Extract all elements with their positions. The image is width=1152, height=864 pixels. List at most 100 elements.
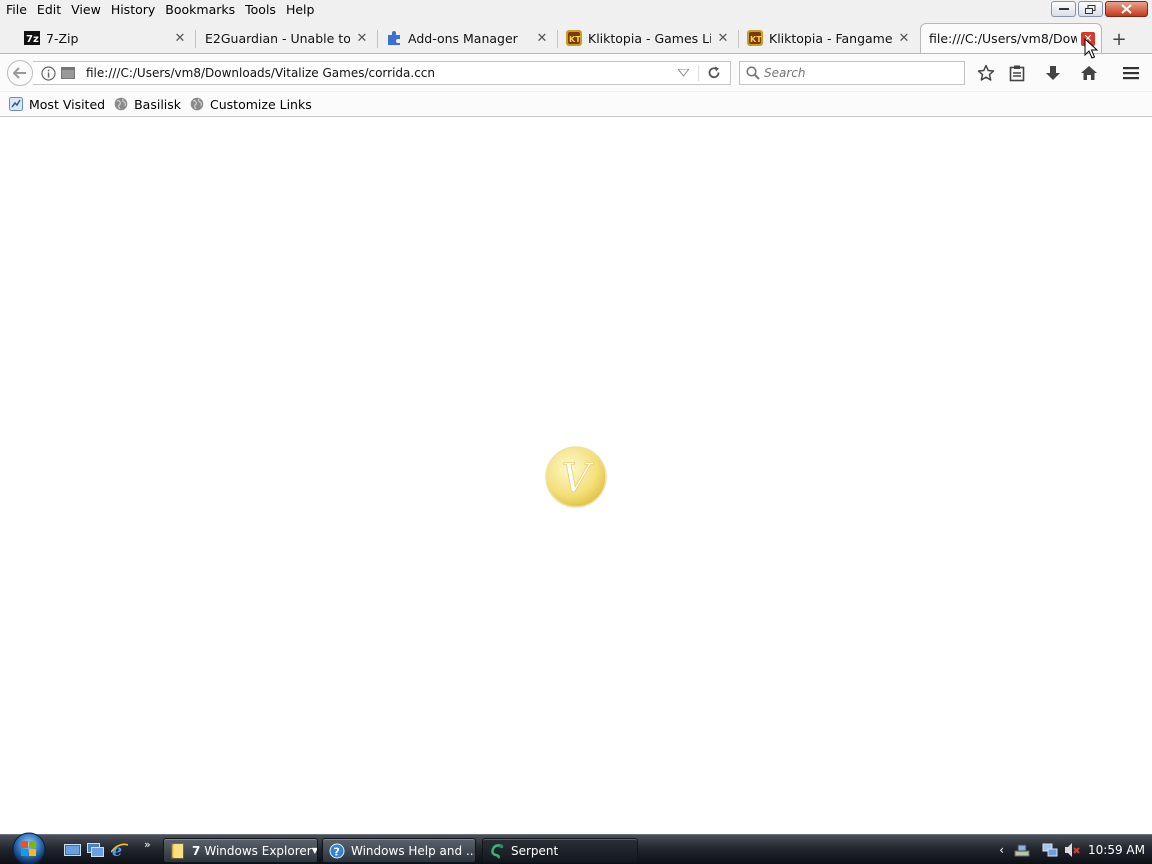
task-label: Windows Help and ...: [351, 843, 476, 858]
network-share-icon[interactable]: [1014, 842, 1030, 858]
logo-letter: V: [562, 456, 595, 502]
menu-bar: File Edit View History Bookmarks Tools H…: [0, 0, 1152, 20]
menu-bookmarks[interactable]: Bookmarks: [160, 0, 240, 20]
puzzle-icon: [386, 30, 402, 46]
url-text[interactable]: file:///C:/Users/vm8/Downloads/Vitalize …: [86, 62, 435, 84]
close-icon: [1121, 4, 1132, 14]
bookmark-basilisk[interactable]: Basilisk: [114, 97, 181, 112]
network-icon[interactable]: [1042, 842, 1058, 858]
tab-e2guardian[interactable]: E2Guardian - Unable to loa ✕: [197, 24, 376, 52]
tab-active-file[interactable]: file:///C:/Users/vm8/Down ✕: [920, 23, 1102, 53]
menu-view[interactable]: View: [66, 0, 106, 20]
most-visited-icon: [9, 97, 23, 111]
dropdown-arrow-icon[interactable]: [678, 69, 689, 77]
close-window-button[interactable]: [1105, 1, 1148, 17]
serpent-icon: [491, 843, 504, 859]
chevron-down-icon[interactable]: ▼: [312, 846, 317, 855]
tab-close-icon[interactable]: ✕: [172, 30, 188, 46]
task-serpent[interactable]: Serpent: [482, 838, 638, 863]
tab-strip: 7z 7-Zip ✕ E2Guardian - Unable to loa ✕ …: [0, 22, 1152, 53]
menu-tools[interactable]: Tools: [240, 0, 281, 20]
switch-windows-icon[interactable]: [87, 842, 104, 858]
task-windows-help[interactable]: ? Windows Help and ...: [322, 838, 476, 863]
tab-7zip[interactable]: 7z 7-Zip ✕: [16, 24, 194, 52]
bookmarks-menu-button[interactable]: [1007, 63, 1027, 83]
taskbar: e » 7 Windows Explorer ▼ ? Windows Help …: [0, 831, 1152, 864]
back-arrow-icon: [13, 67, 26, 79]
bookmark-customize-links[interactable]: Customize Links: [190, 97, 312, 112]
reload-icon[interactable]: [707, 66, 721, 80]
tab-separator: [195, 30, 196, 48]
tab-title: Kliktopia - Games Listi: [588, 30, 711, 46]
page-icon: [61, 67, 75, 79]
hamburger-icon: [1123, 67, 1139, 80]
kliktopia-icon: KT: [566, 30, 582, 46]
menu-edit[interactable]: Edit: [32, 0, 66, 20]
browser-chrome: File Edit View History Bookmarks Tools H…: [0, 0, 1152, 117]
tray-expand-icon[interactable]: ‹: [999, 843, 1004, 857]
tab-addons-manager[interactable]: Add-ons Manager ✕: [378, 24, 556, 52]
svg-text:KT: KT: [750, 35, 762, 44]
page-content: V: [0, 117, 1152, 834]
task-group-count: 7: [192, 843, 201, 858]
task-label: Windows Explorer: [204, 843, 312, 858]
clock[interactable]: 10:59 AM: [1088, 843, 1145, 857]
tab-title: file:///C:/Users/vm8/Down: [929, 31, 1077, 46]
minimize-button[interactable]: [1051, 1, 1076, 17]
help-icon: ?: [329, 843, 345, 858]
bookmark-label: Basilisk: [134, 96, 182, 112]
star-icon: [977, 64, 995, 81]
url-bar[interactable]: file:///C:/Users/vm8/Downloads/Vitalize …: [33, 61, 731, 85]
internet-explorer-icon[interactable]: e: [111, 842, 128, 858]
mouse-cursor-icon: [1084, 38, 1098, 59]
restore-icon: [1085, 4, 1096, 14]
menu-history[interactable]: History: [106, 0, 160, 20]
window-controls: [1051, 1, 1148, 17]
globe-icon: [114, 97, 128, 111]
download-arrow-icon: [1046, 66, 1060, 80]
home-icon: [1081, 66, 1097, 80]
url-divider: [698, 65, 699, 81]
bookmark-most-visited[interactable]: Most Visited: [9, 97, 105, 112]
tab-title: Kliktopia - Fangames: [769, 30, 892, 46]
tab-close-icon[interactable]: ✕: [715, 30, 731, 46]
new-tab-button[interactable]: +: [1108, 28, 1130, 50]
menu-file[interactable]: File: [1, 0, 32, 20]
minimize-icon: [1058, 8, 1069, 10]
bookmark-star-button[interactable]: [976, 63, 996, 83]
start-button[interactable]: [8, 831, 50, 864]
tab-close-icon[interactable]: ✕: [534, 30, 550, 46]
svg-text:KT: KT: [569, 35, 581, 44]
search-icon: [746, 66, 760, 80]
bookmark-label: Most Visited: [29, 96, 106, 112]
restore-button[interactable]: [1078, 1, 1103, 17]
tab-title: 7-Zip: [46, 30, 79, 46]
clipboard-icon: [1009, 65, 1025, 81]
quick-launch-more-icon[interactable]: »: [144, 838, 151, 851]
home-button[interactable]: [1079, 63, 1099, 83]
task-windows-explorer[interactable]: 7 Windows Explorer ▼: [163, 838, 318, 863]
show-desktop-icon[interactable]: [64, 842, 81, 858]
search-bar[interactable]: [739, 61, 965, 85]
tab-title: E2Guardian - Unable to loa: [205, 30, 350, 46]
navigation-bar: file:///C:/Users/vm8/Downloads/Vitalize …: [0, 53, 1152, 91]
globe-icon: [190, 97, 204, 111]
svg-text:?: ?: [334, 845, 340, 858]
7zip-icon: 7z: [24, 30, 40, 46]
search-input[interactable]: [764, 62, 959, 84]
tab-title: Add-ons Manager: [408, 30, 518, 46]
volume-muted-icon[interactable]: [1064, 842, 1080, 858]
info-icon[interactable]: [41, 66, 56, 81]
downloads-button[interactable]: [1043, 63, 1063, 83]
menu-help[interactable]: Help: [281, 0, 320, 20]
bookmarks-toolbar: Most Visited Basilisk Customize Links: [0, 92, 1152, 116]
tab-close-icon[interactable]: ✕: [896, 30, 912, 46]
main-menu-button[interactable]: [1121, 63, 1141, 83]
svg-text:7z: 7z: [26, 34, 39, 45]
tab-kliktopia-fangames[interactable]: KT Kliktopia - Fangames ✕: [739, 24, 918, 52]
task-label: Serpent: [511, 843, 559, 858]
tab-close-icon[interactable]: ✕: [354, 30, 370, 46]
tab-kliktopia-games[interactable]: KT Kliktopia - Games Listi ✕: [558, 24, 737, 52]
system-tray: ‹ 10:59 AM: [999, 835, 1152, 864]
back-button[interactable]: [7, 60, 33, 86]
